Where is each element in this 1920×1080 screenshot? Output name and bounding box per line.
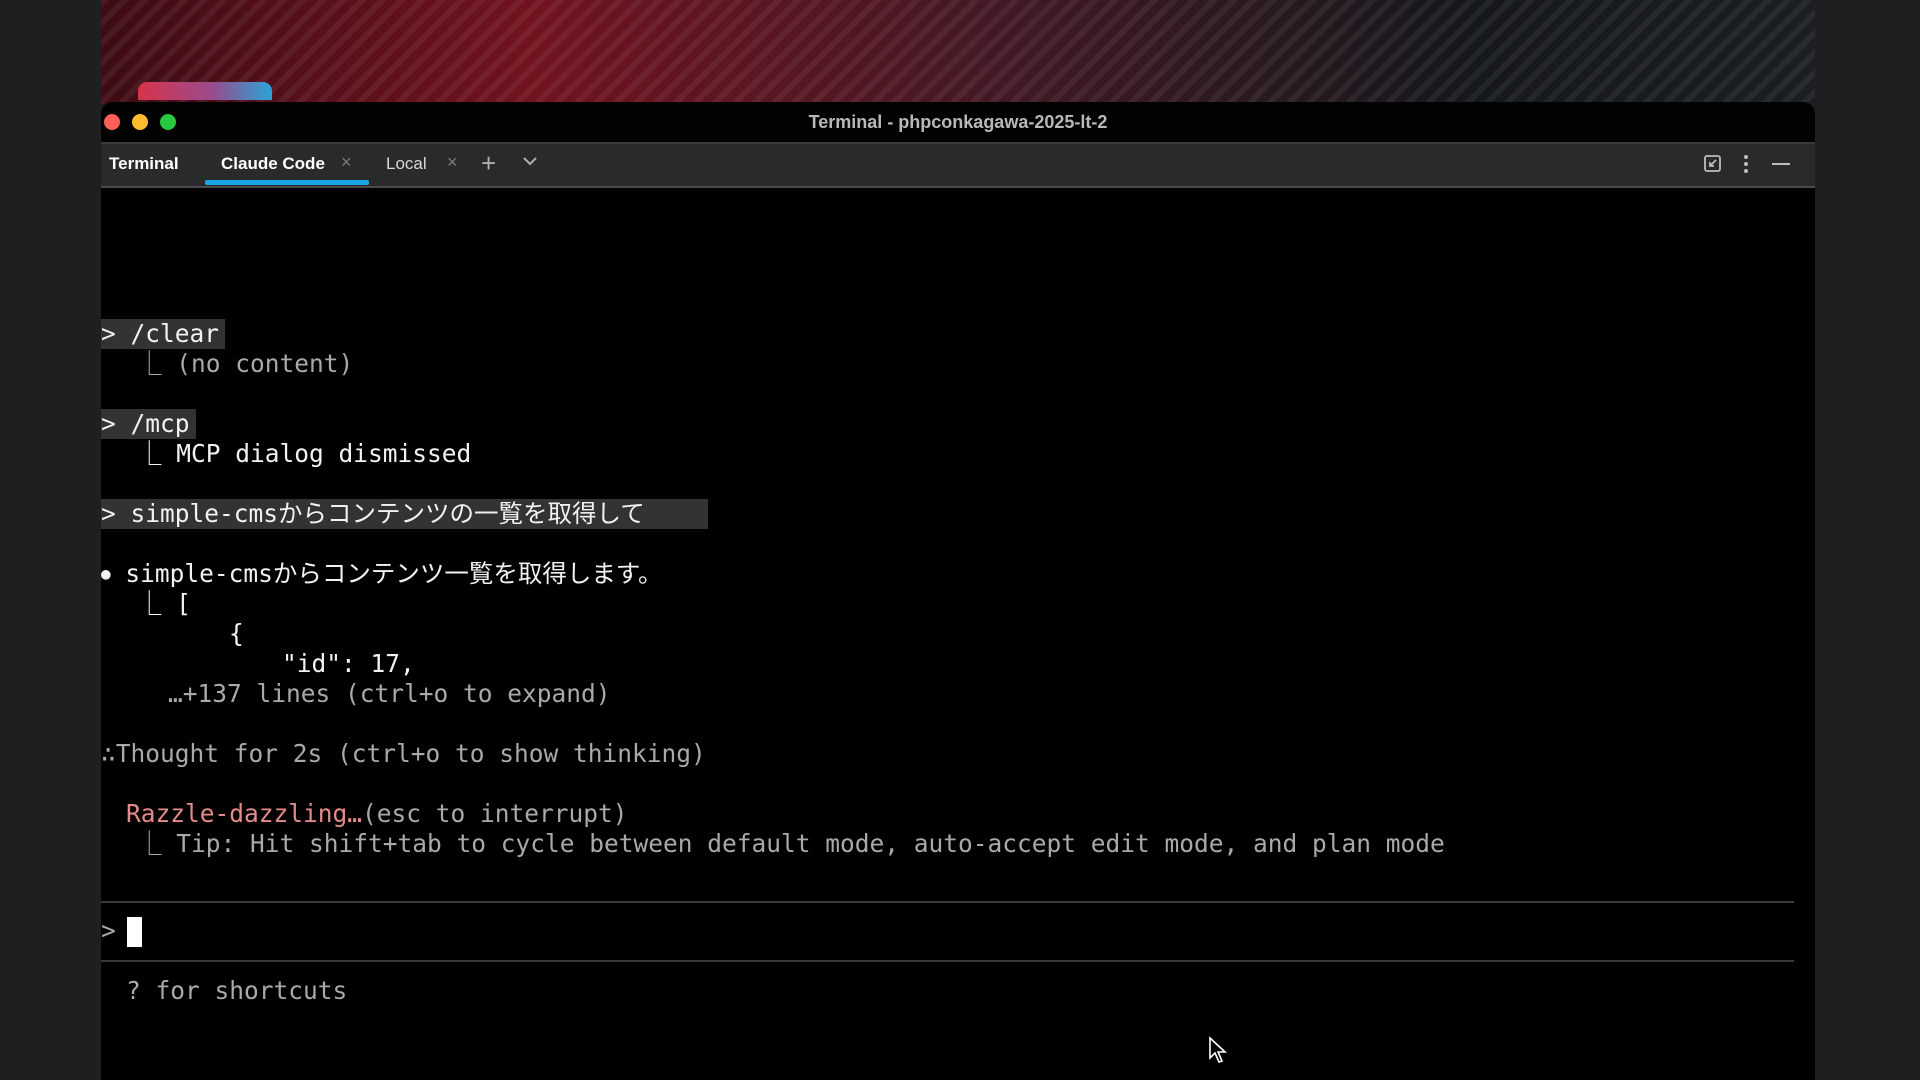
desktop-backdrop <box>101 0 1819 104</box>
thinking-indicator: ∴Thought for 2s (ctrl+o to show thinking… <box>101 739 706 768</box>
new-tab-plus-icon[interactable]: + <box>481 148 496 179</box>
tool-output-line: "id": 17, <box>282 649 415 678</box>
tab-dropdown-chevron-icon[interactable] <box>519 150 541 172</box>
command-line: > /mcp <box>101 409 190 438</box>
left-margin <box>0 0 101 1080</box>
more-options-icon[interactable] <box>1739 152 1753 176</box>
command-output: ⎿ (no content) <box>137 349 354 378</box>
desktop: Terminal - phpconkagawa-2025-lt-2 Termin… <box>0 0 1920 1080</box>
assistant-message: ● simple-cmsからコンテンツ一覧を取得します。 <box>101 559 663 588</box>
window-title: Terminal - phpconkagawa-2025-lt-2 <box>808 112 1108 132</box>
tab-bar: Terminal Claude Code × Local × + <box>101 144 1815 188</box>
spinner-word: Razzle-dazzling… <box>126 799 363 828</box>
command-output: ⎿ MCP dialog dismissed <box>137 439 472 468</box>
background-window-accent <box>138 82 272 100</box>
terminal-window: Terminal - phpconkagawa-2025-lt-2 Termin… <box>101 102 1815 1080</box>
input-prompt-char: > <box>101 916 116 945</box>
title-bar: Terminal - phpconkagawa-2025-lt-2 <box>101 102 1815 144</box>
tab-local-close-icon[interactable]: × <box>447 152 458 173</box>
active-tab-indicator <box>205 180 369 185</box>
collapsed-lines-hint[interactable]: …+137 lines (ctrl+o to expand) <box>168 679 611 709</box>
input-cursor[interactable] <box>127 917 142 947</box>
tab-claude-code[interactable]: Claude Code <box>221 154 325 174</box>
input-bottom-border <box>101 960 1794 962</box>
tip-line: ⎿ Tip: Hit shift+tab to cycle between de… <box>137 829 1445 858</box>
tab-local[interactable]: Local <box>386 154 427 174</box>
command-line: > simple-cmsからコンテンツの一覧を取得して <box>101 499 645 528</box>
mouse-pointer-icon <box>1209 1036 1228 1063</box>
right-margin <box>1815 0 1920 1080</box>
command-text: /mcp <box>130 409 190 438</box>
tool-output-line: { <box>229 619 244 648</box>
tab-claude-code-close-icon[interactable]: × <box>341 152 352 173</box>
app-tab-label[interactable]: Terminal <box>109 154 179 174</box>
command-text: simple-cmsからコンテンツの一覧を取得して <box>130 499 645 528</box>
minimize-pane-icon[interactable] <box>1769 152 1793 176</box>
shortcuts-hint: ? for shortcuts <box>126 976 348 1005</box>
status-line: Razzle-dazzling…(esc to interrupt) <box>126 799 628 828</box>
command-line: > /clear <box>101 319 220 348</box>
tool-output-line: ⎿ [ <box>137 589 192 618</box>
split-pane-icon[interactable] <box>1701 152 1725 176</box>
command-text: /clear <box>130 319 220 348</box>
bullet-icon: ● <box>101 564 111 583</box>
input-top-border <box>101 901 1794 903</box>
terminal-output[interactable]: > /clear ⎿ (no content) > /mcp ⎿ MCP dia… <box>101 188 1815 1080</box>
